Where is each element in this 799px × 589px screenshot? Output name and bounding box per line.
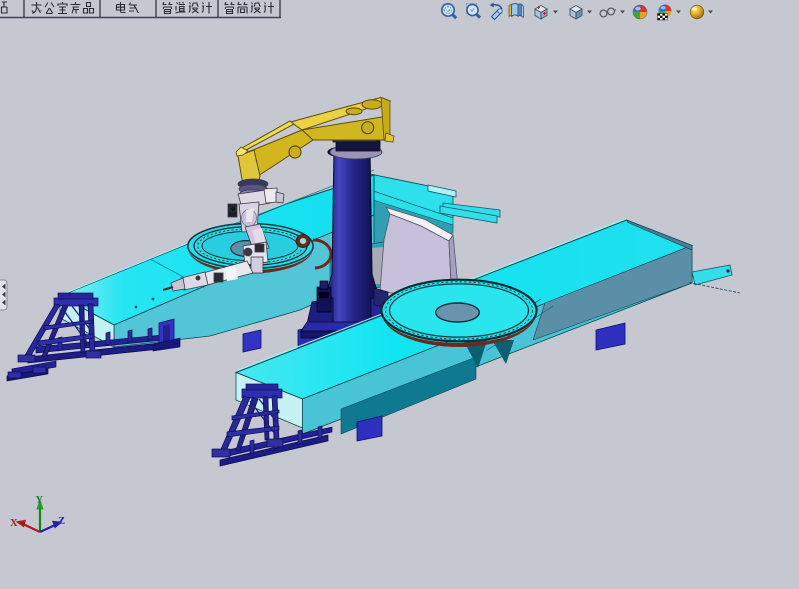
svg-text:Z: Z — [58, 516, 65, 527]
svg-text:Y: Y — [36, 495, 44, 506]
svg-text:X: X — [10, 518, 18, 529]
